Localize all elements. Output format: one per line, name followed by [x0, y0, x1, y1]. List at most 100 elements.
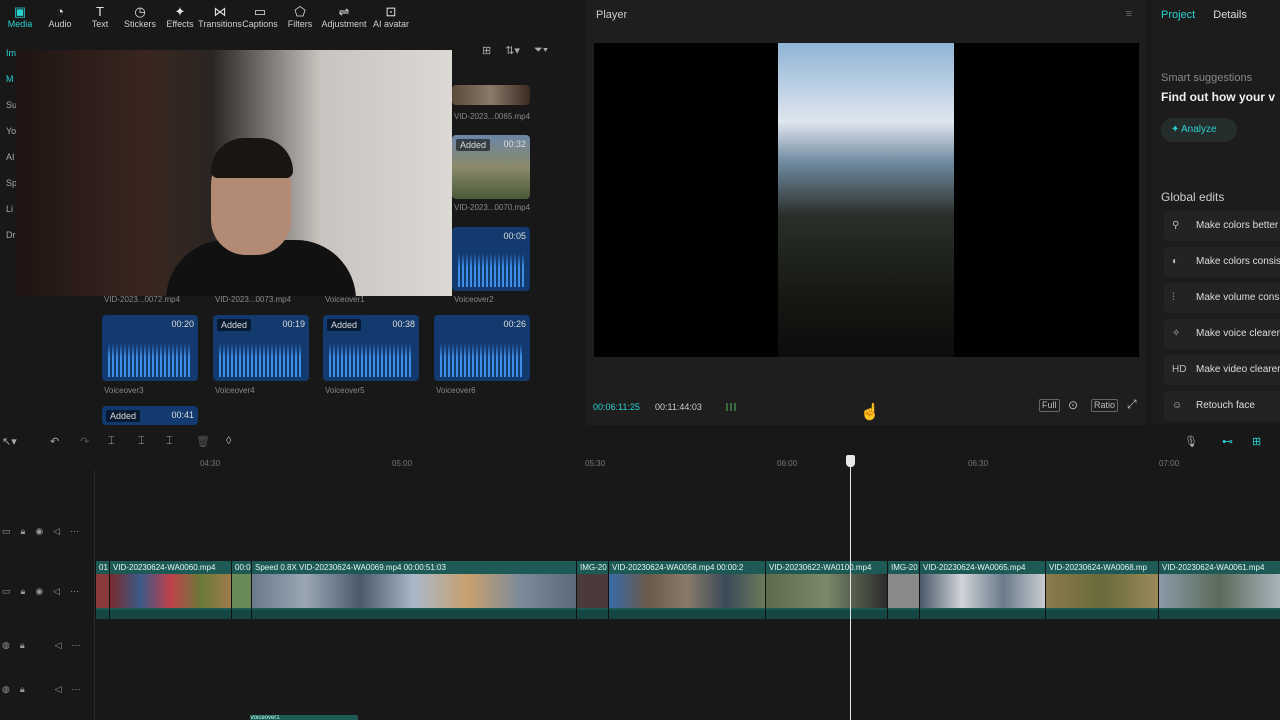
lock-icon[interactable]: 🔒︎ [21, 526, 26, 537]
toolbar-ai-avatar[interactable]: ⊡ AI avatar [368, 0, 414, 34]
webcam-person-hair [211, 138, 293, 178]
split-icon[interactable]: ⌶ [108, 435, 115, 448]
speaker-icon[interactable]: ◁ [53, 586, 60, 597]
toolbar-transitions[interactable]: ⋈ Transitions [198, 0, 242, 34]
effects-icon: ✦ [174, 4, 186, 19]
ruler-label: 07:00 [1159, 459, 1180, 468]
media-thumb-voiceover4[interactable]: Added 00:19 [213, 315, 309, 381]
fullscreen-icon[interactable]: ⤢ [1127, 397, 1137, 412]
toolbar-filters[interactable]: ⬠ Filters [280, 0, 320, 34]
ruler-label: 05:00 [392, 459, 413, 468]
toolbar-text[interactable]: T Text [80, 0, 120, 34]
added-badge: Added [217, 319, 252, 331]
duration-label: 00:20 [171, 319, 194, 329]
timeline-clip[interactable]: 00:0 [231, 561, 251, 619]
voiceover-clip[interactable]: Voiceover1 [250, 715, 358, 720]
make-colors-consistent-button[interactable]: ◐ Make colors consis [1164, 247, 1280, 277]
speaker-icon[interactable]: ◁ [53, 526, 60, 537]
grid-view-icon[interactable]: ⊞ [482, 44, 491, 57]
make-voice-clearer-button[interactable]: ✧ Make voice clearer [1164, 319, 1280, 349]
lock-icon[interactable]: 🔒︎ [20, 640, 25, 651]
more-icon[interactable]: ⋯ [70, 586, 79, 597]
media-thumb-0065[interactable] [452, 85, 530, 105]
right-tabs: Project Details [1161, 9, 1247, 21]
playhead-handle[interactable] [846, 455, 855, 467]
make-volume-consistent-button[interactable]: ⫶ Make volume cons [1164, 283, 1280, 313]
timeline-clip[interactable]: VID-20230624-WA0060.mp4 [109, 561, 231, 619]
toolbar-media[interactable]: ▣ Media [0, 0, 40, 34]
marker-icon[interactable]: ◊ [226, 435, 231, 447]
speaker-icon[interactable]: ◁ [55, 684, 62, 695]
trim-right-icon[interactable]: ⌶ [166, 435, 173, 448]
waveform [108, 343, 192, 377]
track-icon: ▭ [2, 526, 11, 536]
analyze-button[interactable]: ✦ Analyze [1161, 118, 1237, 142]
timeline-clip[interactable]: VID-20230624-WA0065.mp4 [919, 561, 1045, 619]
more-icon[interactable]: ⋯ [72, 640, 81, 651]
toolbar-audio[interactable]: ◔ Audio [40, 0, 80, 34]
microphone-icon[interactable]: 🎙 [1184, 435, 1198, 448]
full-button[interactable]: Full [1039, 399, 1060, 412]
speaker-icon[interactable]: ◁ [55, 640, 62, 651]
media-thumb-voiceover2[interactable]: 00:05 [452, 227, 530, 291]
timeline-clip[interactable]: VID-20230624-WA0058.mp4 00:00:2 [608, 561, 765, 619]
media-caption: VID-2023...0070.mp4 [454, 203, 531, 212]
select-tool-icon[interactable]: ↖▾ [2, 435, 17, 448]
toolbar-captions[interactable]: ▭ Captions [240, 0, 280, 34]
undo-icon[interactable]: ↶ [50, 435, 59, 448]
more-icon[interactable]: ⋯ [70, 526, 79, 537]
tab-details[interactable]: Details [1213, 9, 1247, 21]
trim-left-icon[interactable]: ⌶ [138, 435, 145, 448]
toolbar-effects[interactable]: ✦ Effects [160, 0, 200, 34]
media-thumb-voiceover7[interactable]: Added 00:41 [102, 406, 198, 425]
timeline-clip[interactable]: IMG-20 [887, 561, 919, 619]
waveform [440, 343, 524, 377]
toolbar-adjustment[interactable]: ⇌ Adjustment [320, 0, 368, 34]
timeline-clip[interactable]: Speed 0.8X VID-20230624-WA0069.mp4 00:00… [251, 561, 576, 619]
toolbar-stickers[interactable]: ◷ Stickers [120, 0, 160, 34]
filter-icon[interactable]: ⏷▾ [534, 44, 548, 57]
make-colors-better-button[interactable]: ⚲ Make colors better [1164, 211, 1280, 241]
captions-icon: ▭ [253, 4, 267, 19]
eye-icon[interactable]: ◉ [35, 526, 43, 537]
media-caption: Voiceover5 [325, 386, 365, 395]
media-thumb-voiceover6[interactable]: 00:26 [434, 315, 530, 381]
link-icon[interactable]: ⊷ [1222, 435, 1233, 448]
webcam-overlay [16, 50, 452, 296]
ratio-button[interactable]: Ratio [1091, 399, 1119, 412]
timeline-clip[interactable]: VID-20230622-WA0100.mp4 [765, 561, 887, 619]
media-thumb-voiceover5[interactable]: Added 00:38 [323, 315, 419, 381]
media-thumb-0070[interactable]: Added 00:32 [452, 135, 530, 199]
timeline-clip[interactable]: IMG-20 [576, 561, 608, 619]
playhead[interactable] [850, 455, 851, 720]
hd-icon: HD [1172, 364, 1187, 375]
redo-icon[interactable]: ↷ [80, 435, 89, 448]
duration-label: 00:26 [503, 319, 526, 329]
timeline-clip[interactable]: 01 [95, 561, 109, 619]
timeline-clip[interactable]: VID-20230624-WA0061.mp4 [1158, 561, 1280, 619]
media-thumb-voiceover3[interactable]: 00:20 [102, 315, 198, 381]
ruler-label: 04:30 [200, 459, 221, 468]
timeline-ruler[interactable]: 04:30 05:00 05:30 06:00 06:30 07:00 [95, 455, 1280, 469]
tab-project[interactable]: Project [1161, 9, 1195, 21]
make-video-clearer-button[interactable]: HD Make video clearer [1164, 355, 1280, 385]
magnet-icon[interactable]: ⊞ [1252, 435, 1261, 448]
player-title: Player [596, 9, 628, 21]
media-icon: ▣ [13, 4, 27, 19]
ruler-label: 06:00 [777, 459, 798, 468]
color-icon: ◐ [1172, 256, 1179, 267]
more-icon[interactable]: ⋯ [72, 684, 81, 695]
video-editor-window: ▣ Media ◔ Audio T Text ◷ Stickers ✦ Effects ⋈… [0, 0, 1280, 720]
lock-icon[interactable]: 🔒︎ [21, 586, 26, 597]
menu-icon[interactable]: ≡ [1126, 8, 1132, 20]
smart-suggestions-label: Smart suggestions [1161, 72, 1253, 84]
zoom-icon[interactable]: ⊙ [1068, 398, 1078, 412]
sort-icon[interactable]: ⇅▾ [505, 44, 520, 57]
eye-icon[interactable]: ◉ [35, 586, 43, 597]
retouch-face-button[interactable]: ☺ Retouch face [1164, 391, 1280, 421]
timeline-clip[interactable]: VID-20230624-WA0068.mp [1045, 561, 1158, 619]
player-screen[interactable] [594, 43, 1139, 357]
media-caption: VID-2023...0073.mp4 [215, 295, 292, 304]
delete-icon[interactable]: 🗑 [196, 435, 210, 448]
lock-icon[interactable]: 🔒︎ [20, 684, 25, 695]
